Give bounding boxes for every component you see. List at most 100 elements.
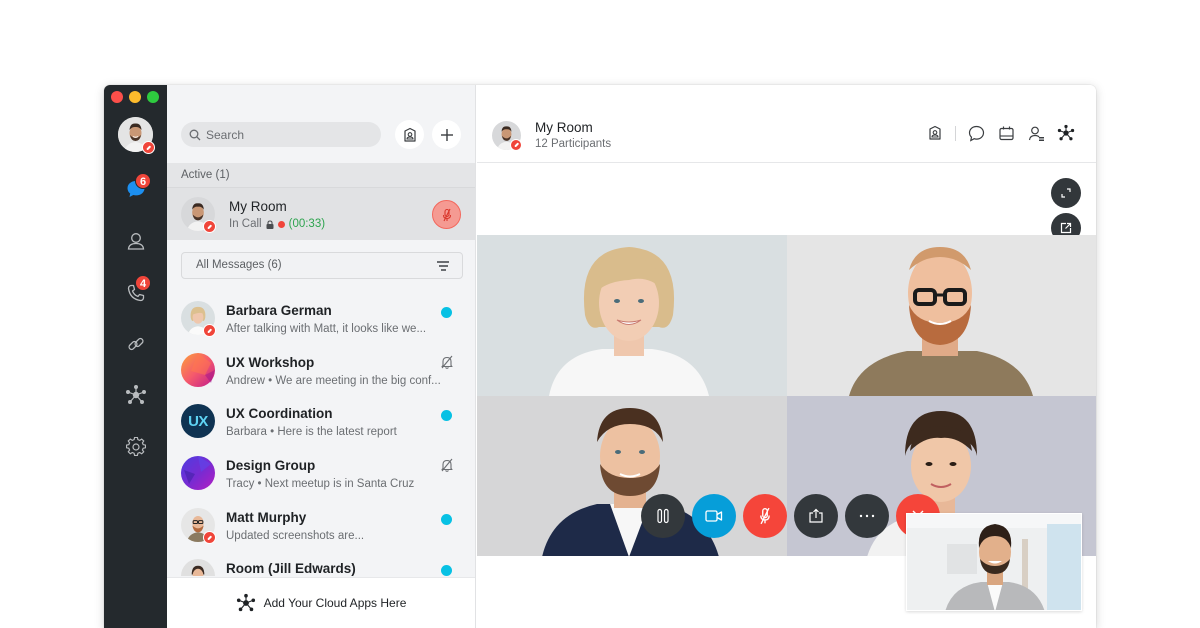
close-window-button[interactable] — [111, 91, 123, 103]
design-group-avatar — [181, 456, 215, 490]
search-input[interactable]: Search — [181, 122, 381, 147]
gear-icon — [125, 437, 146, 457]
call-controls — [641, 494, 940, 538]
hold-call-button[interactable] — [641, 494, 685, 538]
self-view-image — [907, 514, 1081, 610]
list-item[interactable]: Barbara German After talking with Matt, … — [167, 295, 475, 347]
ux-coordination-avatar: UX — [181, 404, 215, 438]
unread-indicator — [441, 410, 452, 421]
lock-icon — [266, 219, 274, 229]
apps-icon — [1057, 124, 1075, 141]
participant-video-tile[interactable] — [477, 235, 787, 396]
mic-off-icon — [760, 507, 770, 525]
share-screen-button[interactable] — [794, 494, 838, 538]
self-view-video[interactable] — [906, 513, 1082, 611]
contacts-card-icon — [403, 127, 416, 142]
active-call-status: In Call (00:33) — [229, 218, 325, 230]
presence-edit-badge — [203, 324, 216, 337]
nav-rail: 6 4 — [104, 85, 167, 628]
list-item[interactable]: UX Workshop Andrew • We are meeting in t… — [167, 347, 475, 399]
presence-edit-badge — [203, 531, 216, 544]
conversation-title: Barbara German — [226, 303, 332, 318]
list-item[interactable]: Design Group Tracy • Next meetup is in S… — [167, 450, 475, 502]
apps-header-button[interactable] — [1056, 123, 1076, 143]
participant-count: 12 Participants — [535, 138, 612, 150]
conversation-list-panel: Search Active (1) My Room In Call (00:33… — [167, 85, 476, 628]
video-toggle-button[interactable] — [692, 494, 736, 538]
filter-icon — [437, 261, 449, 273]
muted-bell-icon — [441, 458, 453, 472]
contacts-header-button[interactable] — [925, 123, 945, 143]
active-call-row[interactable]: My Room In Call (00:33) — [167, 188, 475, 240]
unread-indicator — [441, 307, 452, 318]
muted-indicator-button[interactable] — [432, 200, 461, 229]
list-item[interactable]: Matt Murphy Updated screenshots are... — [167, 502, 475, 554]
conversation-preview: Updated screenshots are... — [226, 530, 365, 542]
conversation-preview: Tracy • Next meetup is in Santa Cruz — [226, 478, 415, 490]
pop-out-icon — [1060, 222, 1072, 234]
share-icon — [809, 508, 823, 523]
window-controls — [111, 91, 159, 103]
presence-edit-badge — [203, 220, 216, 233]
zoom-window-button[interactable] — [147, 91, 159, 103]
contacts-icon — [929, 125, 941, 140]
matt-murphy-avatar — [181, 508, 216, 544]
room-title: My Room — [535, 120, 593, 135]
unread-indicator — [441, 514, 452, 525]
conversation-preview: Andrew • We are meeting in the big conf.… — [226, 375, 441, 387]
hub-icon — [125, 385, 146, 405]
unread-indicator — [441, 565, 452, 576]
calendar-icon — [998, 126, 1014, 140]
toolbar-divider — [955, 125, 956, 141]
room-jill-edwards-avatar-image — [181, 559, 215, 576]
conversation-title: Design Group — [226, 458, 316, 473]
my-room-avatar — [181, 197, 216, 233]
message-filter-dropdown[interactable]: All Messages (6) — [181, 252, 463, 279]
call-status-text: In Call — [229, 218, 262, 230]
user-avatar[interactable] — [118, 117, 155, 154]
participant-video-woman-blonde — [549, 247, 709, 396]
recording-dot — [277, 220, 285, 228]
calendar-header-button[interactable] — [996, 123, 1016, 143]
list-item[interactable]: UX UX Coordination Barbara • Here is the… — [167, 398, 475, 450]
call-timer: (00:33) — [288, 218, 326, 230]
expand-view-button[interactable] — [1051, 178, 1081, 208]
participants-icon — [1028, 126, 1044, 141]
rail-item-calls[interactable]: 4 — [104, 273, 167, 313]
more-options-button[interactable] — [845, 494, 889, 538]
room-jill-edwards-avatar — [181, 559, 215, 576]
conversation-title: UX Coordination — [226, 406, 333, 421]
muted-bell-icon — [441, 355, 453, 369]
rail-item-links[interactable] — [104, 324, 167, 364]
chat-icon — [968, 125, 984, 142]
chat-header-button[interactable] — [966, 123, 986, 143]
mute-toggle-button[interactable] — [743, 494, 787, 538]
calls-badge: 4 — [135, 275, 151, 291]
conversation-title: UX Workshop — [226, 355, 315, 370]
participants-header-button[interactable] — [1026, 123, 1046, 143]
contacts-button[interactable] — [395, 120, 424, 149]
ux-workshop-avatar-image — [181, 353, 215, 387]
rail-item-people[interactable] — [104, 221, 167, 261]
add-cloud-apps-button[interactable]: Add Your Cloud Apps Here — [167, 577, 475, 628]
header-toolbar — [925, 123, 1076, 143]
active-section-header: Active (1) — [167, 163, 475, 188]
participant-video-tile[interactable] — [786, 235, 1096, 396]
new-conversation-button[interactable] — [432, 120, 461, 149]
app-window: 6 4 Search Active (1) My Room In Call (0… — [104, 85, 1096, 628]
rail-item-messages[interactable]: 6 — [104, 169, 167, 209]
pause-icon — [657, 508, 669, 524]
conversation-preview: After talking with Matt, it looks like w… — [226, 323, 427, 335]
main-call-area: My Room 12 Participants — [477, 85, 1096, 628]
minimize-window-button[interactable] — [129, 91, 141, 103]
list-item[interactable]: Room (Jill Edwards) — [167, 553, 475, 576]
hub-icon — [236, 593, 255, 612]
presence-edit-badge — [510, 139, 522, 151]
rail-item-apps[interactable] — [104, 375, 167, 415]
search-placeholder: Search — [206, 127, 245, 142]
rail-item-settings[interactable] — [104, 427, 167, 467]
participant-video-man-glasses — [848, 247, 1033, 396]
mic-off-icon — [442, 208, 451, 221]
cloud-apps-label: Add Your Cloud Apps Here — [263, 596, 407, 610]
more-dots-icon — [859, 514, 875, 518]
